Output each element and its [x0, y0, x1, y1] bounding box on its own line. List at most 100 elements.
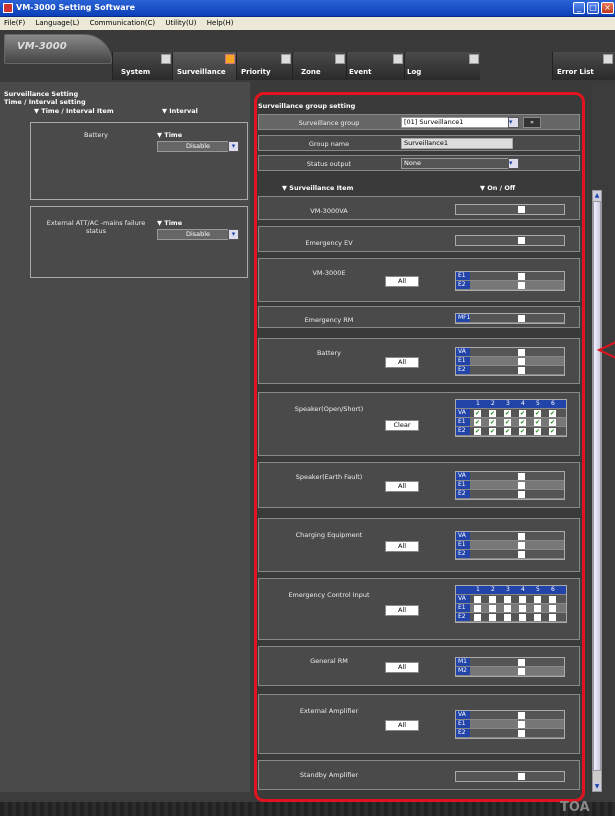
checkbox[interactable] — [504, 605, 511, 612]
maximize-button[interactable]: □ — [587, 2, 599, 14]
tab-surveillance[interactable]: Surveillance — [172, 52, 236, 80]
chevron-down-icon[interactable]: ▾ — [228, 229, 239, 240]
checkbox[interactable] — [518, 712, 525, 719]
checkbox[interactable]: ✔ — [489, 428, 496, 435]
checkbox[interactable] — [518, 721, 525, 728]
checkbox[interactable] — [518, 542, 525, 549]
external-att-interval-box: External ATT/AC -mains failure status ▼ … — [30, 206, 248, 278]
external-att-time-select[interactable]: Disable ▾ — [157, 229, 239, 240]
tab-system[interactable]: System — [112, 52, 172, 80]
menu-help[interactable]: Help(H) — [203, 17, 238, 27]
scroll-down-icon[interactable]: ▼ — [593, 782, 601, 791]
checkbox[interactable] — [518, 349, 525, 356]
chevron-down-icon[interactable]: ▾ — [228, 141, 239, 152]
tab-event[interactable]: Event — [346, 52, 404, 80]
checkbox[interactable] — [518, 282, 525, 289]
tab-log[interactable]: Log — [404, 52, 480, 80]
checkbox[interactable] — [518, 367, 525, 374]
menu-utility[interactable]: Utility(U) — [161, 17, 200, 27]
checkbox[interactable] — [549, 614, 556, 621]
checkbox[interactable] — [534, 614, 541, 621]
checkbox[interactable]: ✔ — [504, 410, 511, 417]
checkbox[interactable]: ✔ — [474, 428, 481, 435]
checkbox[interactable] — [474, 605, 481, 612]
menu-language[interactable]: Language(L) — [31, 17, 83, 27]
checkbox[interactable] — [518, 315, 525, 322]
all-button[interactable]: All — [385, 357, 419, 368]
checkbox[interactable] — [518, 533, 525, 540]
checkbox[interactable] — [518, 237, 525, 244]
checkbox[interactable] — [549, 596, 556, 603]
checkbox[interactable] — [518, 668, 525, 675]
checkbox[interactable] — [518, 730, 525, 737]
menu-communication[interactable]: Communication(C) — [86, 17, 160, 27]
clear-button[interactable]: Clear — [385, 420, 419, 431]
checkbox[interactable]: ✔ — [549, 419, 556, 426]
checkbox[interactable]: ✔ — [549, 428, 556, 435]
menu-file[interactable]: File(F) — [0, 17, 29, 27]
tab-label: Event — [349, 68, 372, 76]
next-group-button[interactable]: » — [523, 117, 541, 128]
checkbox[interactable]: ✔ — [504, 428, 511, 435]
all-button[interactable]: All — [385, 481, 419, 492]
checkbox[interactable]: ✔ — [534, 428, 541, 435]
surveillance-group-select[interactable]: [01] Surveillance1 ▾ — [401, 117, 519, 128]
checkbox[interactable]: ✔ — [519, 428, 526, 435]
chevron-down-icon[interactable]: ▾ — [508, 158, 519, 169]
checkbox[interactable] — [518, 206, 525, 213]
checkbox[interactable]: ✔ — [504, 419, 511, 426]
checkbox[interactable] — [474, 614, 481, 621]
close-button[interactable]: × — [601, 2, 614, 14]
chevron-down-icon[interactable]: ▾ — [508, 117, 519, 128]
checkbox[interactable] — [518, 491, 525, 498]
checkbox[interactable]: ✔ — [474, 410, 481, 417]
checkbox[interactable] — [534, 605, 541, 612]
checkbox[interactable] — [489, 596, 496, 603]
tab-priority[interactable]: Priority — [236, 52, 292, 80]
checkbox[interactable]: ✔ — [534, 419, 541, 426]
checkbox[interactable] — [549, 605, 556, 612]
tab-error-list[interactable]: Error List — [552, 52, 615, 80]
checkbox[interactable] — [518, 273, 525, 280]
scroll-up-icon[interactable]: ▲ — [593, 191, 601, 200]
checkbox[interactable]: ✔ — [474, 419, 481, 426]
checkbox[interactable] — [518, 473, 525, 480]
all-button[interactable]: All — [385, 541, 419, 552]
checkbox[interactable] — [534, 596, 541, 603]
checkbox[interactable] — [504, 596, 511, 603]
battery-time-select[interactable]: Disable ▾ — [157, 141, 239, 152]
scroll-thumb[interactable] — [593, 201, 601, 771]
section-title: Surveillance Setting — [4, 90, 79, 98]
checkbox[interactable] — [518, 773, 525, 780]
all-button[interactable]: All — [385, 276, 419, 287]
all-button[interactable]: All — [385, 605, 419, 616]
channel-tag: E2 — [456, 613, 470, 621]
channel-tag: E1 — [456, 720, 470, 728]
checkbox[interactable]: ✔ — [519, 419, 526, 426]
all-button[interactable]: All — [385, 662, 419, 673]
checkbox[interactable] — [518, 659, 525, 666]
all-button[interactable]: All — [385, 720, 419, 731]
status-output-select[interactable]: None ▾ — [401, 158, 519, 169]
surveillance-item-row: General RM All M1 M2 — [258, 646, 580, 686]
checkbox[interactable] — [504, 614, 511, 621]
checkbox[interactable] — [519, 614, 526, 621]
checkbox[interactable]: ✔ — [534, 410, 541, 417]
group-name-input[interactable]: Surveillance1 — [401, 138, 513, 149]
checkbox[interactable] — [519, 596, 526, 603]
checkbox[interactable] — [489, 614, 496, 621]
checkbox[interactable] — [518, 482, 525, 489]
checkbox[interactable]: ✔ — [489, 410, 496, 417]
checkbox[interactable]: ✔ — [519, 410, 526, 417]
checkbox[interactable]: ✔ — [489, 419, 496, 426]
checkbox[interactable]: ✔ — [549, 410, 556, 417]
checkbox[interactable] — [518, 358, 525, 365]
tab-zone[interactable]: Zone — [292, 52, 346, 80]
checkbox[interactable] — [519, 605, 526, 612]
checkbox[interactable] — [518, 551, 525, 558]
vertical-scrollbar[interactable]: ▲ ▼ — [592, 190, 602, 792]
checkbox[interactable] — [474, 596, 481, 603]
checkbox[interactable] — [489, 605, 496, 612]
minimize-button[interactable]: _ — [573, 2, 585, 14]
surveillance-group-row: Surveillance group [01] Surveillance1 ▾ » — [258, 114, 580, 130]
